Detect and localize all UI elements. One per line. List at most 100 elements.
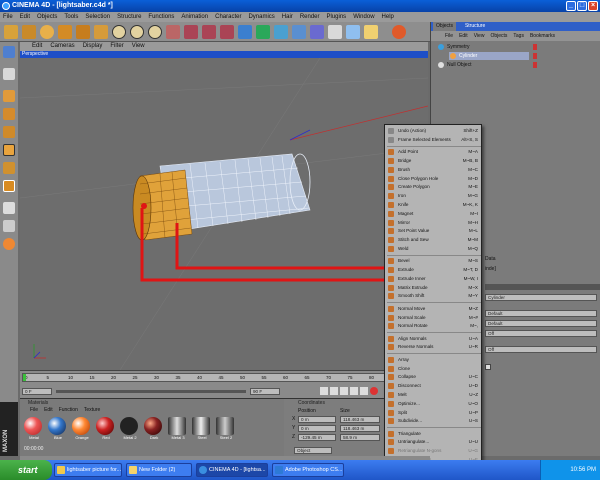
- object-axis-icon[interactable]: [3, 90, 15, 102]
- materials-menu-edit[interactable]: Edit: [44, 407, 53, 413]
- material-swatch[interactable]: Metal 3: [168, 417, 188, 440]
- workplane-icon[interactable]: [3, 126, 15, 138]
- size-z-field[interactable]: 58.9 m: [340, 434, 380, 441]
- menu-item-disconnect[interactable]: Disconnect U~D: [386, 382, 482, 390]
- viewport-menu-cameras[interactable]: Cameras: [50, 42, 74, 51]
- live-selection-icon[interactable]: [40, 25, 54, 39]
- menu-plugins[interactable]: Plugins: [327, 12, 347, 22]
- viewport-menu-edit[interactable]: Edit: [32, 42, 42, 51]
- object-menu-bookmarks[interactable]: Bookmarks: [530, 31, 555, 41]
- menu-character[interactable]: Character: [215, 12, 241, 22]
- materials-menu-texture[interactable]: Texture: [84, 407, 100, 413]
- menu-item-normal-move[interactable]: Normal Move M~Z: [386, 305, 482, 313]
- subdivision-icon[interactable]: [256, 25, 270, 39]
- attribute-tab-fragment[interactable]: Data: [485, 256, 496, 262]
- x-axis-icon[interactable]: [112, 25, 126, 39]
- play-icon[interactable]: [340, 387, 348, 395]
- menu-item-extrude-inner[interactable]: Extrude Inner M~W, I: [386, 275, 482, 283]
- task-new-folder[interactable]: New Folder (2): [126, 463, 192, 477]
- perspective-viewport[interactable]: [20, 58, 428, 370]
- make-editable-icon[interactable]: [3, 46, 15, 58]
- next-frame-icon[interactable]: [350, 387, 358, 395]
- menu-item-frame-selected-elements[interactable]: Frame Selected Elements Alt+S, S: [386, 136, 482, 144]
- y-axis-icon[interactable]: [130, 25, 144, 39]
- start-frame-field[interactable]: 0 F: [22, 388, 52, 395]
- menu-item-smooth-shift[interactable]: Smooth Shift M~Y: [386, 292, 482, 300]
- material-swatch[interactable]: Metal 2: [120, 417, 140, 440]
- object-menu-objects[interactable]: Objects: [490, 31, 507, 41]
- menu-item-close-polygon-hole[interactable]: Close Polygon Hole M~D: [386, 175, 482, 183]
- material-swatch[interactable]: Steel: [192, 417, 212, 440]
- menu-item-create-polygon[interactable]: Create Polygon M~E: [386, 183, 482, 191]
- object-menu-view[interactable]: View: [474, 31, 485, 41]
- viewport-menu-view[interactable]: View: [132, 42, 145, 51]
- menu-item-iron[interactable]: Iron M~G: [386, 192, 482, 200]
- record-icon[interactable]: [392, 25, 406, 39]
- go-start-icon[interactable]: [320, 387, 328, 395]
- tray-clock[interactable]: 10:56 PM: [570, 467, 596, 473]
- task-photoshop[interactable]: Adobe Photoshop CS...: [272, 463, 344, 477]
- name-field[interactable]: Cylinder: [485, 294, 597, 301]
- menu-item-knife[interactable]: Knife M~K, K: [386, 201, 482, 209]
- material-swatch[interactable]: Blue: [48, 417, 68, 440]
- layer-select-2[interactable]: Default: [485, 320, 597, 327]
- visibility-dots-icon[interactable]: [533, 62, 537, 68]
- menu-item-align-normals[interactable]: Align Normals U~A: [386, 335, 482, 343]
- size-x-field[interactable]: 118.463 m: [340, 416, 380, 423]
- coordinate-mode-select[interactable]: Object: [294, 447, 332, 454]
- visibility-dots-icon[interactable]: [533, 44, 537, 50]
- menu-selection[interactable]: Selection: [85, 12, 110, 22]
- menu-item-bevel[interactable]: Bevel M~S: [386, 257, 482, 265]
- menu-item-brush[interactable]: Brush M~C: [386, 166, 482, 174]
- menu-item-array[interactable]: Array: [386, 356, 482, 364]
- menu-item-mirror[interactable]: Mirror M~H: [386, 219, 482, 227]
- edges-mode-icon[interactable]: [3, 162, 15, 174]
- viewport-menu-display[interactable]: Display: [83, 42, 103, 51]
- tab-objects[interactable]: Objects: [433, 22, 456, 31]
- position-z-field[interactable]: -129.45 m: [298, 434, 336, 441]
- object-menu-edit[interactable]: Edit: [459, 31, 468, 41]
- camera-icon[interactable]: [346, 25, 360, 39]
- time-slider[interactable]: [56, 390, 246, 393]
- render-settings-icon[interactable]: [220, 25, 234, 39]
- menu-help[interactable]: Help: [382, 12, 394, 22]
- scale-icon[interactable]: [76, 25, 90, 39]
- rotate-icon[interactable]: [94, 25, 108, 39]
- viewport-menu-filter[interactable]: Filter: [110, 42, 123, 51]
- visibility-dots-icon[interactable]: [533, 53, 537, 59]
- xray-select[interactable]: Off: [485, 346, 597, 353]
- menu-functions[interactable]: Functions: [148, 12, 174, 22]
- redo-icon[interactable]: [22, 25, 36, 39]
- menu-edit[interactable]: Edit: [20, 12, 30, 22]
- menu-item-matrix-extrude[interactable]: Matrix Extrude M~X: [386, 284, 482, 292]
- material-swatch[interactable]: Metal: [24, 417, 44, 440]
- close-button[interactable]: ×: [588, 1, 598, 11]
- menu-dynamics[interactable]: Dynamics: [248, 12, 274, 22]
- menu-item-optimize[interactable]: Optimize... U~O: [386, 400, 482, 408]
- menu-item-subdivide[interactable]: Subdivide... U~S: [386, 417, 482, 425]
- menu-item-undo-action[interactable]: Undo (Action) Shift+Z: [386, 127, 482, 135]
- playhead-marker[interactable]: [23, 374, 26, 381]
- texture-mode-icon[interactable]: [3, 108, 15, 120]
- snap-icon[interactable]: [3, 202, 15, 214]
- coordinate-system-icon[interactable]: [166, 25, 180, 39]
- render-picture-viewer-icon[interactable]: [202, 25, 216, 39]
- position-x-field[interactable]: 0 m: [298, 416, 336, 423]
- size-y-field[interactable]: 118.463 m: [340, 425, 380, 432]
- object-menu-file[interactable]: File: [445, 31, 453, 41]
- timeline-panel[interactable]: 051015202530354045505560657075808590 0 F…: [20, 370, 430, 400]
- enabled-select[interactable]: Off: [485, 330, 597, 337]
- menu-objects[interactable]: Objects: [37, 12, 57, 22]
- polygons-mode-icon[interactable]: [3, 180, 15, 192]
- deformer-icon[interactable]: [310, 25, 324, 39]
- menu-item-weld[interactable]: Weld M~Q: [386, 245, 482, 253]
- soft-selection-icon[interactable]: [3, 238, 15, 250]
- go-end-icon[interactable]: [360, 387, 368, 395]
- material-swatch[interactable]: Orange: [72, 417, 92, 440]
- model-mode-icon[interactable]: [3, 68, 15, 80]
- menu-item-normal-scale[interactable]: Normal Scale M~#: [386, 314, 482, 322]
- menu-item-magnet[interactable]: Magnet M~I: [386, 210, 482, 218]
- nurbs-icon[interactable]: [274, 25, 288, 39]
- undo-icon[interactable]: [4, 25, 18, 39]
- option-checkbox[interactable]: [485, 364, 491, 370]
